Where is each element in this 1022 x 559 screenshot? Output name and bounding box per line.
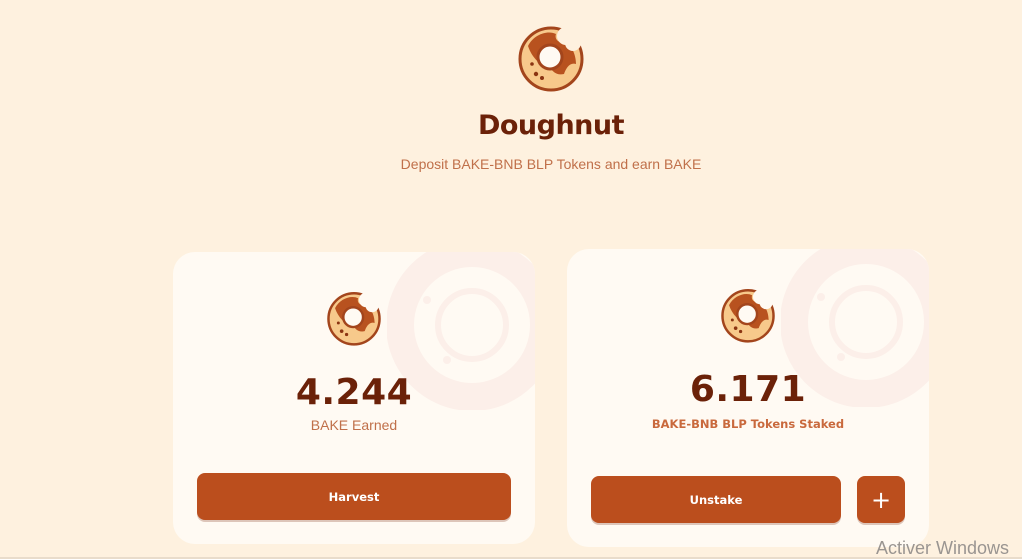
- staked-value: 6.171: [689, 369, 807, 410]
- doughnut-icon: [721, 289, 775, 343]
- staked-card: 6.171 BAKE-BNB BLP Tokens Staked Unstake…: [567, 249, 929, 547]
- earned-value: 4.244: [295, 372, 413, 413]
- page-title: Doughnut: [477, 110, 625, 141]
- earned-label: BAKE Earned: [310, 417, 398, 433]
- earned-card: 4.244 BAKE Earned Harvest: [173, 252, 535, 544]
- activate-windows-watermark: Activer Windows: [876, 538, 1010, 558]
- doughnut-icon: [327, 292, 381, 346]
- add-stake-button[interactable]: +: [857, 476, 905, 523]
- harvest-button[interactable]: Harvest: [197, 473, 511, 520]
- doughnut-logo-icon: [518, 26, 584, 92]
- unstake-button[interactable]: Unstake: [591, 476, 841, 523]
- page-subtitle: Deposit BAKE-BNB BLP Tokens and earn BAK…: [400, 156, 702, 172]
- staked-label: BAKE-BNB BLP Tokens Staked: [651, 417, 845, 431]
